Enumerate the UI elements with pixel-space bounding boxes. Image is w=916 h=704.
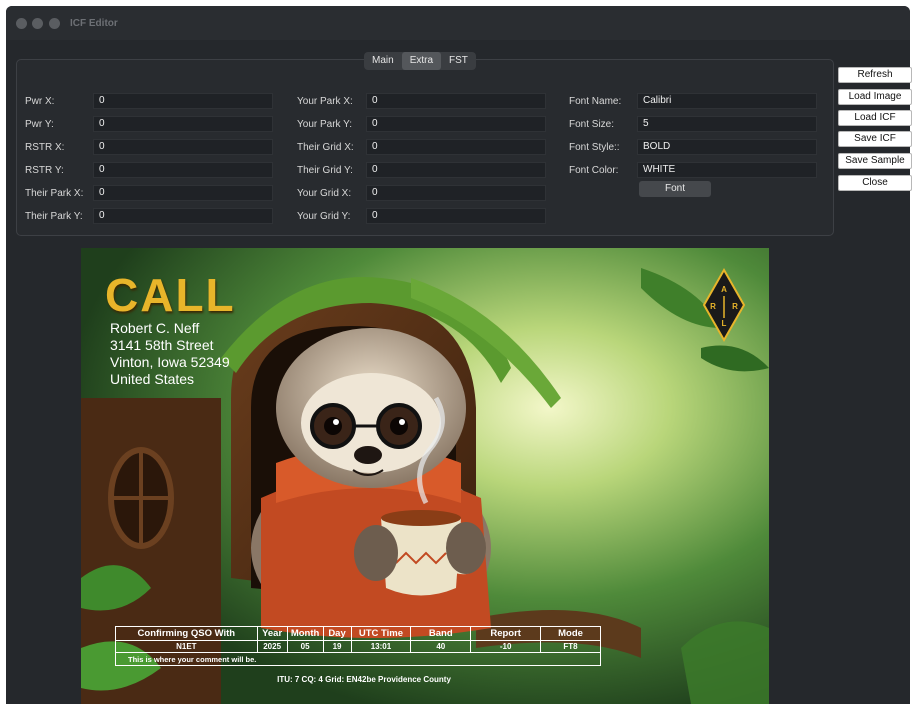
- header-confirming: Confirming QSO With: [115, 626, 258, 641]
- your-park-y-input[interactable]: 0: [366, 116, 546, 132]
- header-mode: Mode: [540, 626, 601, 641]
- font-color-input[interactable]: WHITE: [637, 162, 817, 178]
- close-window-button[interactable]: [16, 18, 27, 29]
- font-size-input[interactable]: 5: [637, 116, 817, 132]
- your-grid-x-label: Your Grid X:: [297, 188, 352, 199]
- address-city: Vinton, Iowa 52349: [110, 354, 230, 370]
- rstr-x-label: RSTR X:: [25, 142, 65, 153]
- their-grid-y-input[interactable]: 0: [366, 162, 546, 178]
- svg-text:L: L: [722, 319, 727, 328]
- window-title: ICF Editor: [70, 18, 118, 29]
- value-callsign: N1ET: [115, 640, 258, 653]
- rstr-y-input[interactable]: 0: [93, 162, 273, 178]
- tab-extra[interactable]: Extra: [401, 52, 442, 70]
- settings-panel: Pwr X: 0 Pwr Y: 0 RSTR X: 0 RSTR Y: 0 Th…: [16, 59, 834, 236]
- font-color-label: Font Color:: [569, 165, 619, 176]
- qso-comment-row: This is where your comment will be.: [115, 652, 601, 666]
- header-year: Year: [256, 626, 288, 641]
- close-button[interactable]: Close: [838, 175, 912, 191]
- value-year: 2025: [256, 640, 288, 653]
- header-band: Band: [410, 626, 472, 641]
- their-park-y-input[interactable]: 0: [93, 208, 273, 224]
- rstr-y-label: RSTR Y:: [25, 165, 64, 176]
- header-day: Day: [322, 626, 352, 641]
- app-window: ICF Editor Pwr X: 0 Pwr Y: 0 RSTR X: 0 R…: [6, 6, 910, 704]
- font-style-input[interactable]: BOLD: [637, 139, 817, 155]
- itu-cq-grid-footer: ITU: 7 CQ: 4 Grid: EN42be Providence Cou…: [277, 675, 451, 684]
- font-style-label: Font Style::: [569, 142, 620, 153]
- header-utc-time: UTC Time: [350, 626, 412, 641]
- your-grid-y-input[interactable]: 0: [366, 208, 546, 224]
- font-name-label: Font Name:: [569, 96, 622, 107]
- value-mode: FT8: [540, 640, 601, 653]
- load-image-button[interactable]: Load Image: [838, 89, 912, 105]
- your-park-x-input[interactable]: 0: [366, 93, 546, 109]
- value-report: -10: [470, 640, 542, 653]
- your-grid-x-input[interactable]: 0: [366, 185, 546, 201]
- svg-text:R: R: [732, 302, 738, 311]
- title-bar: ICF Editor: [6, 6, 910, 40]
- header-report: Report: [470, 626, 542, 641]
- address-street: 3141 58th Street: [110, 337, 214, 353]
- their-grid-x-input[interactable]: 0: [366, 139, 546, 155]
- value-utc-time: 13:01: [350, 640, 412, 653]
- minimize-window-button[interactable]: [32, 18, 43, 29]
- save-sample-button[interactable]: Save Sample: [838, 153, 912, 169]
- rstr-x-input[interactable]: 0: [93, 139, 273, 155]
- zoom-window-button[interactable]: [49, 18, 60, 29]
- pwr-y-input[interactable]: 0: [93, 116, 273, 132]
- value-month: 05: [286, 640, 324, 653]
- qso-header-row: Confirming QSO With Year Month Day UTC T…: [115, 626, 601, 641]
- header-month: Month: [286, 626, 324, 641]
- your-park-x-label: Your Park X:: [297, 96, 353, 107]
- pwr-y-label: Pwr Y:: [25, 119, 54, 130]
- their-grid-y-label: Their Grid Y:: [297, 165, 353, 176]
- qso-value-row: N1ET 2025 05 19 13:01 40 -10 FT8: [115, 640, 601, 653]
- svg-text:A: A: [721, 285, 727, 294]
- value-band: 40: [410, 640, 472, 653]
- your-grid-y-label: Your Grid Y:: [297, 211, 351, 222]
- qsl-card-preview: A R R L CALL Robert C. Neff 3141 58th St…: [81, 248, 769, 704]
- comment-text: This is where your comment will be.: [115, 652, 601, 666]
- callsign-text: CALL: [105, 269, 236, 321]
- tab-fst[interactable]: FST: [441, 52, 476, 70]
- font-name-input[interactable]: Calibri: [637, 93, 817, 109]
- their-park-y-label: Their Park Y:: [25, 211, 83, 222]
- their-park-x-label: Their Park X:: [25, 188, 84, 199]
- their-park-x-input[interactable]: 0: [93, 185, 273, 201]
- font-size-label: Font Size:: [569, 119, 615, 130]
- pwr-x-input[interactable]: 0: [93, 93, 273, 109]
- your-park-y-label: Your Park Y:: [297, 119, 353, 130]
- qso-table: Confirming QSO With Year Month Day UTC T…: [115, 626, 601, 666]
- value-day: 19: [322, 640, 352, 653]
- pwr-x-label: Pwr X:: [25, 96, 55, 107]
- font-picker-button[interactable]: Font: [639, 181, 711, 197]
- their-grid-x-label: Their Grid X:: [297, 142, 354, 153]
- tab-bar: Main Extra FST: [364, 52, 476, 70]
- address-country: United States: [110, 371, 195, 387]
- save-icf-button[interactable]: Save ICF: [838, 131, 912, 147]
- svg-text:R: R: [710, 302, 716, 311]
- tab-main[interactable]: Main: [364, 52, 402, 70]
- address-name: Robert C. Neff: [110, 320, 200, 336]
- refresh-button[interactable]: Refresh: [838, 67, 912, 83]
- load-icf-button[interactable]: Load ICF: [838, 110, 912, 126]
